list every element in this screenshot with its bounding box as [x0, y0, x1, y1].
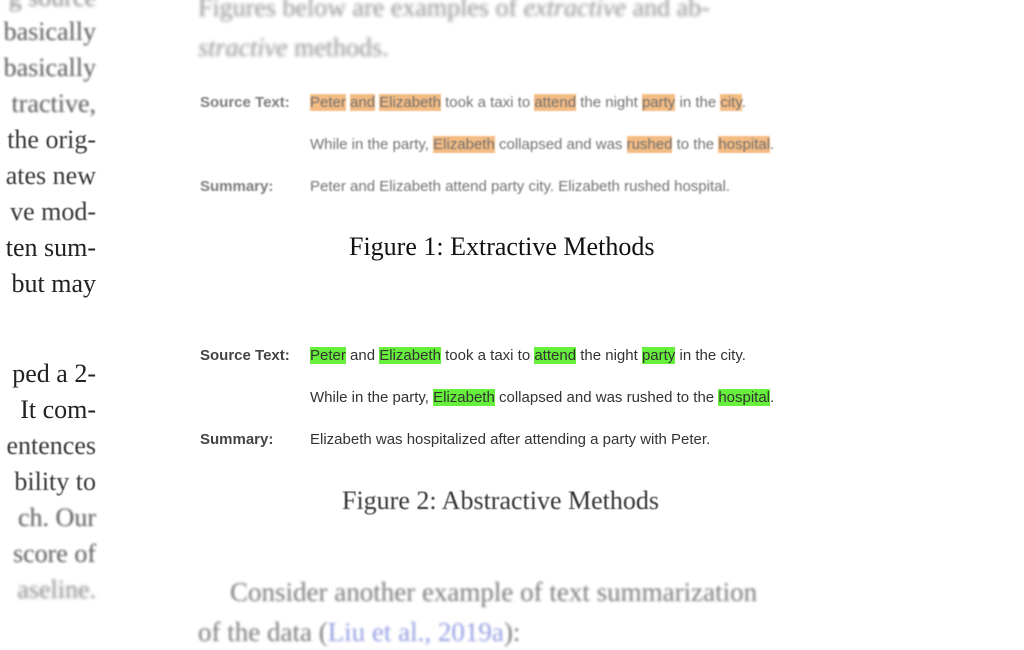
- highlighted-word: hospital: [718, 389, 771, 406]
- paragraph-line: of the data (Liu et al., 2019a):: [198, 612, 918, 650]
- paragraph-text: of the data (: [198, 617, 328, 647]
- plain-text: in the city.: [675, 347, 746, 364]
- intro-text: methods.: [287, 33, 389, 62]
- highlighted-word: rushed: [626, 136, 673, 153]
- plain-text: took a taxi to: [440, 94, 535, 111]
- source-text-label: Source Text:: [200, 347, 290, 364]
- left-line: tractive,: [11, 89, 96, 118]
- summary-text: Elizabeth was hospitalized after attendi…: [310, 431, 711, 448]
- left-line: the orig-: [7, 125, 96, 154]
- left-column-text: g source basically basically tractive, t…: [0, 0, 100, 650]
- left-line: It com-: [20, 395, 96, 424]
- intro-italic-abstractive: stractive: [198, 33, 288, 62]
- left-line: but may: [11, 269, 97, 298]
- plain-text: and: [345, 347, 380, 364]
- highlighted-word: Elizabeth: [433, 136, 495, 153]
- highlighted-word: and: [350, 94, 376, 111]
- plain-text: the night: [576, 347, 642, 364]
- source-text-line-1: Peter and Elizabeth took a taxi to atten…: [310, 94, 746, 111]
- plain-text: collapsed and was: [494, 136, 627, 153]
- highlighted-word: Elizabeth: [379, 94, 441, 111]
- highlighted-word: Elizabeth: [433, 389, 495, 406]
- highlighted-word: Peter: [310, 94, 346, 111]
- intro-text: and ab-: [626, 0, 710, 22]
- highlighted-word: party: [641, 347, 676, 364]
- left-line: ve mod-: [10, 197, 96, 226]
- plain-text: collapsed and was rushed to the: [494, 389, 719, 406]
- plain-text: .: [770, 136, 775, 153]
- highlighted-word: city: [720, 94, 742, 111]
- source-text-label: Source Text:: [200, 94, 290, 111]
- plain-text: took a taxi to: [440, 347, 535, 364]
- plain-text: .: [741, 94, 746, 111]
- plain-text: While in the party,: [310, 136, 434, 153]
- left-line: ten sum-: [5, 233, 96, 262]
- plain-text: the night: [576, 94, 642, 111]
- highlighted-word: attend: [534, 94, 577, 111]
- following-paragraph: Consider another example of text summari…: [198, 572, 918, 650]
- plain-text: in the: [675, 94, 721, 111]
- summary-label: Summary:: [200, 431, 274, 448]
- left-line: ch. Our: [18, 503, 96, 532]
- highlighted-word: Peter: [310, 347, 346, 364]
- intro-text: Figures below are examples of: [198, 0, 524, 22]
- intro-paragraph: Figures below are examples of extractive…: [198, 0, 878, 68]
- paragraph-line: Consider another example of text summari…: [230, 577, 758, 607]
- citation-link[interactable]: Liu et al., 2019a: [328, 617, 504, 647]
- plain-text: While in the party,: [310, 389, 434, 406]
- summary-text: Peter and Elizabeth attend party city. E…: [310, 178, 730, 195]
- left-line: ates new: [5, 161, 96, 190]
- plain-text: .: [770, 389, 775, 406]
- figure-1-caption: Figure 1: Extractive Methods: [349, 232, 655, 261]
- source-text-line-2: While in the party, Elizabeth collapsed …: [310, 136, 774, 153]
- paragraph-text: ):: [503, 617, 521, 647]
- source-text-line-2: While in the party, Elizabeth collapsed …: [310, 389, 774, 406]
- left-line: basically: [3, 17, 96, 46]
- left-line: basically: [3, 53, 96, 82]
- left-line: entences: [6, 431, 96, 460]
- left-line: bility to: [14, 467, 96, 496]
- left-line: ped a 2-: [12, 359, 96, 388]
- plain-text: to the: [672, 136, 719, 153]
- highlighted-word: attend: [534, 347, 577, 364]
- figure-2-caption: Figure 2: Abstractive Methods: [342, 486, 660, 515]
- highlighted-word: Elizabeth: [379, 347, 441, 364]
- highlighted-word: hospital: [718, 136, 771, 153]
- left-line: score of: [12, 539, 96, 568]
- highlighted-word: party: [641, 94, 676, 111]
- summary-label: Summary:: [200, 178, 274, 195]
- source-text-line-1: Peter and Elizabeth took a taxi to atten…: [310, 347, 746, 364]
- intro-italic-extractive: extractive: [523, 0, 627, 22]
- left-line: aseline.: [17, 575, 96, 604]
